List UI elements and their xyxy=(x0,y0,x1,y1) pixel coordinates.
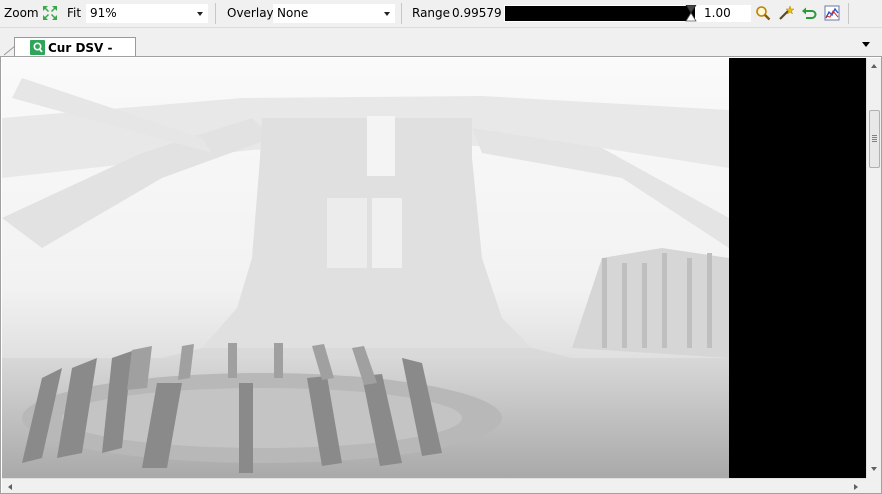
zoom-value: 91% xyxy=(90,6,117,20)
histogram-icon[interactable] xyxy=(824,5,840,21)
scroll-right-icon[interactable] xyxy=(853,483,859,491)
texture-viewport[interactable] xyxy=(0,56,882,494)
fit-to-window-icon[interactable] xyxy=(42,5,58,21)
range-min-value[interactable]: 0.99579 xyxy=(452,0,502,27)
overlay-label: Overlay xyxy=(227,6,274,20)
scrollbar-corner xyxy=(866,478,881,493)
toolbar-divider xyxy=(215,3,216,24)
depth-buffer-image[interactable] xyxy=(2,58,866,478)
magic-wand-icon[interactable] xyxy=(778,5,794,21)
zoom-combo[interactable]: 91% xyxy=(86,4,208,23)
chevron-down-icon xyxy=(197,12,203,16)
vertical-scroll-thumb[interactable] xyxy=(869,110,880,168)
texture-canvas[interactable] xyxy=(2,58,866,478)
range-max-handle[interactable] xyxy=(685,5,697,22)
range-label: Range xyxy=(412,6,451,20)
scroll-left-icon[interactable] xyxy=(7,483,13,491)
horizontal-scrollbar[interactable] xyxy=(2,478,866,493)
tab-strip: Cur DSV - DXUT xyxy=(0,27,882,71)
zoom-label: Zoom xyxy=(4,6,39,20)
vertical-scrollbar[interactable] xyxy=(866,58,881,478)
tab-edge-decoration xyxy=(3,45,16,56)
toolbar-divider xyxy=(401,3,402,24)
scroll-up-icon[interactable] xyxy=(870,63,878,69)
undo-icon[interactable] xyxy=(801,5,817,21)
range-bar xyxy=(505,6,695,21)
range-max-value[interactable]: 1.00 xyxy=(704,5,731,22)
tab-cur-dsv[interactable]: Cur DSV - DXUT xyxy=(14,37,136,71)
overlay-combo[interactable]: None xyxy=(273,4,395,23)
fit-label[interactable]: Fit xyxy=(67,0,81,27)
toolbar-divider xyxy=(848,3,849,24)
magnifier-icon[interactable] xyxy=(755,5,771,21)
toolbar: Zoom Fit 91% Overlay None Range 0.99579 … xyxy=(0,0,882,27)
chevron-down-icon xyxy=(384,12,390,16)
texture-view-icon xyxy=(30,40,45,55)
range-slider[interactable]: 1.00 xyxy=(504,5,751,22)
overlay-value: None xyxy=(277,6,309,20)
tab-list-dropdown-icon[interactable] xyxy=(860,41,872,49)
scroll-down-icon[interactable] xyxy=(870,466,878,472)
